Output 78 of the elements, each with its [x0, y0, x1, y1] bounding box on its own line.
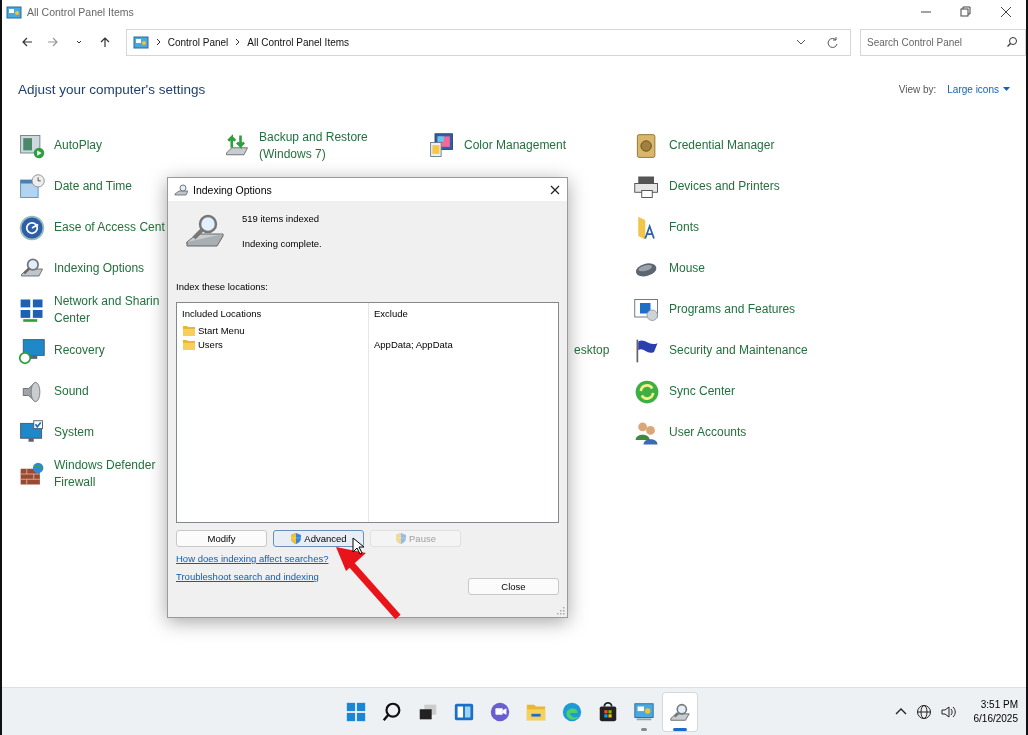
dialog-button[interactable]: Modify	[176, 530, 267, 547]
control-panel-link[interactable]: Credential Manager	[669, 137, 775, 154]
chevron-down-icon[interactable]	[796, 37, 806, 47]
location-name[interactable]: Users	[198, 338, 223, 350]
refresh-icon[interactable]	[826, 36, 838, 48]
accessibility-icon	[18, 213, 46, 242]
control-panel-icon	[6, 4, 22, 20]
clock-time: 3:51 PM	[980, 699, 1018, 710]
dialog-title: Indexing Options	[193, 183, 273, 196]
color-monitor-icon	[428, 131, 456, 160]
exclude-text: AppData; AppData	[374, 338, 453, 350]
control-panel-link[interactable]: Color Management	[464, 137, 567, 154]
control-panel-link[interactable]: Backup and Restore (Windows 7)	[259, 128, 368, 163]
control-panel-link[interactable]: Date and Time	[54, 178, 133, 195]
cursor-icon	[352, 537, 365, 555]
globe-icon[interactable]	[915, 703, 932, 720]
breadcrumb-item[interactable]: Control Panel	[167, 36, 229, 48]
control-panel-link[interactable]: User Accounts	[669, 424, 747, 441]
help-link[interactable]: How does indexing affect searches?	[176, 553, 329, 564]
column-header: Included Locations	[182, 308, 263, 321]
control-panel-icon	[132, 34, 149, 50]
control-panel-link[interactable]: Sound	[54, 383, 89, 400]
magnifier-drive-icon	[174, 182, 188, 197]
control-panel-link[interactable]: Windows Defender Firewall	[54, 456, 156, 491]
clock-date: 6/16/2025	[973, 713, 1018, 724]
column-header: Exclude	[374, 308, 409, 321]
search-field[interactable]: Search Control Panel	[860, 28, 1026, 56]
control-panel-link[interactable]: Devices and Printers	[669, 178, 780, 195]
up-arrow-icon[interactable]	[98, 36, 111, 48]
control-panel-link[interactable]: System	[54, 424, 94, 441]
help-link[interactable]: Troubleshoot search and indexing	[176, 571, 319, 582]
control-panel-link[interactable]: esktop	[574, 342, 610, 359]
back-arrow-icon[interactable]	[20, 36, 33, 48]
clock[interactable]: 3:51 PM 6/16/2025	[973, 699, 1018, 724]
status-text: Indexing complete.	[242, 238, 322, 249]
view-by-label: View by:	[898, 83, 937, 95]
store-icon[interactable]	[597, 700, 619, 723]
item-count: 519 items indexed	[242, 213, 321, 224]
chat-icon[interactable]	[489, 700, 511, 723]
shield-icon	[290, 532, 303, 545]
view-dropdown[interactable]: Large icons	[947, 83, 1010, 95]
close-button[interactable]: Close	[468, 578, 559, 595]
control-panel-link[interactable]: Recovery	[54, 342, 105, 359]
address-bar[interactable]: Control Panel All Control Panel Items	[125, 28, 851, 56]
page-heading: Adjust your computer's settings	[18, 81, 207, 97]
search-icon[interactable]	[1006, 35, 1018, 48]
caret-icon	[1003, 86, 1010, 92]
section-label: Index these locations:	[176, 281, 269, 292]
control-panel-link[interactable]: Programs and Features	[669, 301, 796, 318]
control-panel-link[interactable]: Security and Maintenance	[669, 342, 808, 359]
start-icon[interactable]	[345, 700, 367, 723]
control-panel-link[interactable]: Sync Center	[669, 383, 736, 400]
chevron-right-icon	[154, 38, 162, 46]
control-panel-link[interactable]: Network and Sharin Center	[54, 292, 160, 327]
search-icon[interactable]	[381, 700, 403, 723]
shield-icon	[395, 532, 408, 545]
dialog-button[interactable]: Advanced	[273, 530, 364, 547]
close-icon[interactable]	[1000, 6, 1012, 18]
location-name[interactable]: Start Menu	[198, 324, 245, 336]
control-panel-link[interactable]: Ease of Access Cent	[54, 219, 165, 236]
monitor-clock-icon	[18, 336, 46, 365]
control-panel-link[interactable]: Fonts	[669, 219, 699, 236]
chevron-right-icon	[234, 38, 242, 46]
calendar-clock-icon	[18, 172, 46, 201]
browser-icon[interactable]	[561, 700, 583, 723]
speaker-icon[interactable]	[939, 703, 956, 720]
folder-icon	[182, 337, 196, 351]
folder-icon	[182, 323, 196, 337]
breadcrumb-item[interactable]: All Control Panel Items	[247, 36, 350, 48]
control-panel-link[interactable]: Mouse	[669, 260, 706, 277]
resize-grip-icon	[556, 606, 565, 615]
control-panel-link[interactable]: Indexing Options	[54, 260, 145, 277]
control-panel-link[interactable]: AutoPlay	[54, 137, 103, 154]
restore-icon[interactable]	[960, 6, 972, 18]
forward-arrow-icon[interactable]	[46, 36, 59, 48]
control-panel-icon[interactable]	[633, 700, 655, 723]
window-title: All Control Panel Items	[27, 6, 134, 18]
close-icon[interactable]	[549, 183, 561, 196]
